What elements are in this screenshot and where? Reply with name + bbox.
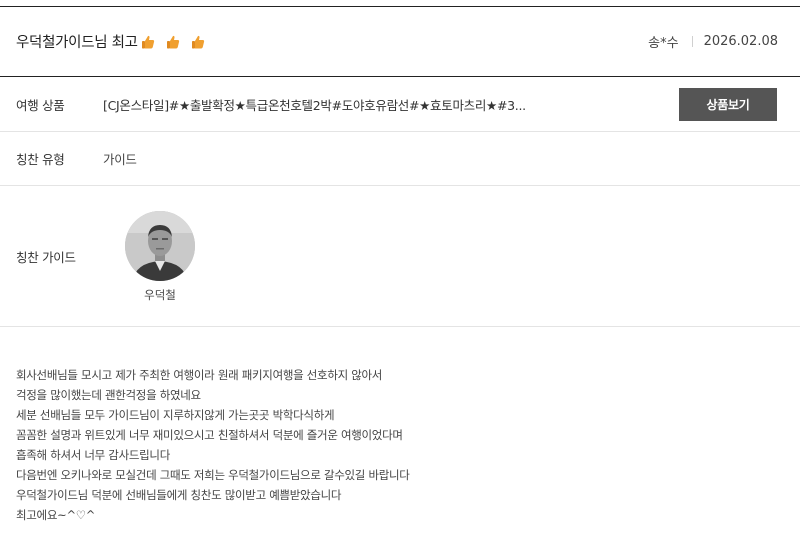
guide-avatar[interactable] xyxy=(125,211,195,281)
review-body-line: 걱정을 많이했는데 괜한걱정을 하였네요 xyxy=(16,388,201,402)
review-meta: 송*수 2026.02.08 xyxy=(648,32,778,51)
review-header: 우덕철가이드님 최고 송*수 2026.02.08 xyxy=(0,7,800,77)
guide-card[interactable]: 우덕철 xyxy=(125,211,195,303)
guide-label: 칭찬 가이드 xyxy=(16,249,76,265)
praise-type-row: 칭찬 유형 가이드 xyxy=(0,132,800,186)
review-body-line: 우덕철가이드님 덕분에 선배님들에게 칭찬도 많이받고 예쁨받았습니다 xyxy=(16,488,342,502)
guide-row: 칭찬 가이드 우덕철 xyxy=(0,186,800,327)
praise-type-value: 가이드 xyxy=(103,152,137,167)
review-body-line: 흡족해 하셔서 너무 감사드립니다 xyxy=(16,448,170,462)
review-body-line: 다음번엔 오키나와로 모실건데 그때도 저희는 우덕철가이드님으로 갈수있길 바… xyxy=(16,468,410,482)
praise-type-label: 칭찬 유형 xyxy=(16,152,65,167)
review-body-line: 세분 선배님들 모두 가이드님이 지루하지않게 가는곳곳 박학다식하게 xyxy=(16,408,335,422)
guide-name: 우덕철 xyxy=(144,288,176,302)
thumbs-up-icon xyxy=(166,35,179,48)
meta-divider xyxy=(691,36,693,47)
review-title: 우덕철가이드님 최고 xyxy=(16,35,138,51)
thumbs-up-icon xyxy=(141,35,154,48)
review-author: 송*수 xyxy=(648,36,679,51)
review-body-line: 최고에요~^♡^ xyxy=(16,508,96,522)
review-body-line: 꼼꼼한 설명과 위트있게 너무 재미있으시고 친절하셔서 덕분에 즐거운 여행이… xyxy=(16,428,403,442)
review-title-wrap: 우덕철가이드님 최고 xyxy=(16,31,215,52)
view-product-button[interactable]: 상품보기 xyxy=(679,88,777,121)
product-row: 여행 상품 [CJ온스타일]#★출발확정★특급온천호텔2박#도야호유람선#★효토… xyxy=(0,78,800,132)
product-label: 여행 상품 xyxy=(16,98,65,113)
review-body: 회사선배님들 모시고 제가 주최한 여행이라 원래 패키지여행을 선호하지 않아… xyxy=(16,365,776,525)
review-body-line: 회사선배님들 모시고 제가 주최한 여행이라 원래 패키지여행을 선호하지 않아… xyxy=(16,368,383,382)
review-date: 2026.02.08 xyxy=(703,34,778,49)
thumbs-up-emojis xyxy=(140,34,215,50)
thumbs-up-icon xyxy=(191,35,204,48)
